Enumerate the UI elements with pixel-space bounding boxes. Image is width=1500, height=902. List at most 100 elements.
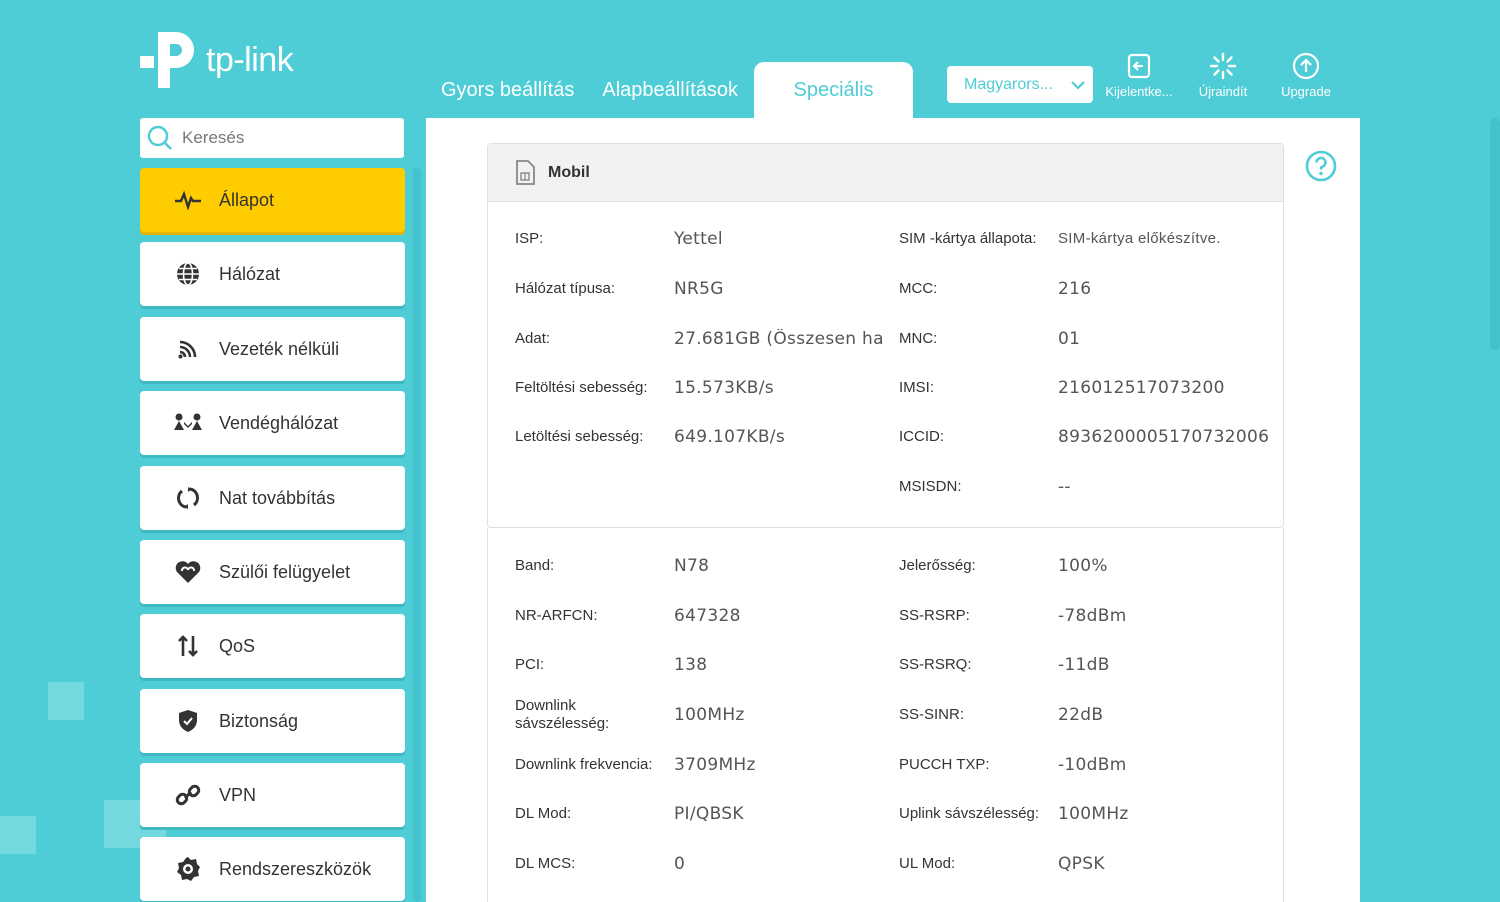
band-label: Band: — [515, 557, 555, 574]
ss-sinr-value: 22dB — [1058, 705, 1104, 725]
pci-label: PCI: — [515, 656, 545, 673]
mnc-label: MNC: — [899, 330, 938, 347]
nr-arfcn-label: NR-ARFCN: — [515, 607, 598, 624]
network-type-label: Hálózat típusa: — [515, 280, 616, 297]
dl-mcs-value: 0 — [674, 854, 686, 874]
tab-basic[interactable]: Alapbeállítások — [588, 62, 752, 118]
vpn-icon — [174, 781, 202, 809]
sidebar-item-label: VPN — [219, 784, 257, 805]
iccid-label: ICCID: — [899, 428, 944, 445]
language-select[interactable]: Magyarors... — [947, 66, 1093, 103]
dl-mod-label: DL Mod: — [515, 805, 572, 822]
gear-icon — [174, 855, 202, 883]
pulse-icon — [174, 186, 202, 214]
ss-sinr-label: SS-SINR: — [899, 706, 965, 723]
mcc-value: 216 — [1058, 279, 1092, 299]
downlink-bandwidth-value: 100MHz — [674, 705, 745, 725]
upgrade-icon — [1292, 52, 1320, 80]
uplink-bandwidth-value: 100MHz — [1058, 804, 1129, 824]
dl-mod-value: PI/QBSK — [674, 804, 744, 824]
mobile-card: Mobil — [487, 143, 1284, 528]
mcc-label: MCC: — [899, 280, 938, 297]
reboot-icon — [1209, 52, 1237, 80]
upload-speed-label: Feltöltési sebesség: — [515, 379, 648, 396]
reboot-label: Újraindít — [1198, 84, 1248, 99]
reboot-button[interactable]: Újraindít — [1178, 52, 1268, 99]
signal-strength-value: 100% — [1058, 556, 1108, 576]
card-title: Mobil — [548, 163, 590, 181]
ss-rsrq-value: -11dB — [1058, 655, 1110, 675]
pucch-txp-label: PUCCH TXP: — [899, 756, 990, 773]
uplink-bandwidth-label: Uplink sávszélesség: — [899, 805, 1040, 822]
sidebar-item-label: Hálózat — [219, 263, 281, 284]
ul-mod-label: UL Mod: — [899, 855, 956, 872]
msisdn-value: -- — [1058, 477, 1071, 497]
download-speed-label: Letöltési sebesség: — [515, 428, 644, 445]
sidebar-item-nat-forwarding[interactable]: Nat továbbítás — [140, 466, 405, 530]
pci-value: 138 — [674, 655, 708, 675]
sidebar-item-network[interactable]: Hálózat — [140, 242, 405, 306]
upgrade-label: Upgrade — [1281, 84, 1331, 99]
upgrade-button[interactable]: Upgrade — [1261, 52, 1351, 99]
sidebar-item-qos[interactable]: QoS — [140, 614, 405, 678]
shield-icon — [174, 707, 202, 735]
logout-label: Kijelentke... — [1105, 84, 1173, 99]
background-decoration — [0, 816, 36, 854]
tp-link-logo[interactable]: tp-link — [140, 28, 294, 92]
downlink-frequency-label: Downlink frekvencia: — [515, 756, 653, 773]
sidebar-item-label: Rendszereszközök — [219, 858, 372, 879]
logout-button[interactable]: Kijelentke... — [1094, 52, 1184, 99]
sidebar-item-label: Állapot — [219, 189, 275, 210]
heart-icon — [174, 558, 202, 586]
ss-rsrp-value: -78dBm — [1058, 606, 1127, 626]
data-label: Adat: — [515, 330, 551, 347]
sidebar-item-parental-control[interactable]: Szülői felügyelet — [140, 540, 405, 604]
tab-advanced[interactable]: Speciális — [754, 62, 914, 118]
sidebar-item-label: Vendéghálózat — [219, 412, 339, 433]
help-button[interactable] — [1305, 150, 1337, 187]
qos-icon — [174, 632, 202, 660]
sidebar-item-guest-network[interactable]: Vendéghálózat — [140, 391, 405, 455]
sidebar-item-security[interactable]: Biztonság — [140, 689, 405, 753]
sim-card-icon — [516, 159, 535, 185]
sidebar-item-system-tools[interactable]: Rendszereszközök — [140, 837, 405, 901]
sidebar-scrollbar[interactable] — [413, 168, 421, 902]
iccid-value: 8936200005170732006 — [1058, 427, 1270, 447]
chevron-down-icon — [1071, 80, 1085, 90]
logo-text: tp-link — [206, 40, 294, 79]
downlink-bandwidth-label: Downlink sávszélesség: — [515, 697, 610, 732]
search-input[interactable] — [180, 127, 384, 149]
sidebar-item-status[interactable]: Állapot — [140, 168, 405, 232]
sidebar-item-label: Biztonság — [219, 710, 299, 731]
upload-speed-value: 15.573KB/s — [674, 378, 774, 398]
downlink-frequency-value: 3709MHz — [674, 755, 756, 775]
page-scrollbar[interactable] — [1490, 118, 1500, 350]
network-type-value: NR5G — [674, 279, 724, 299]
logout-icon — [1127, 53, 1151, 79]
ul-mod-value: QPSK — [1058, 854, 1105, 874]
tp-link-logo-icon — [140, 32, 194, 88]
wifi-icon — [174, 335, 202, 363]
mnc-value: 01 — [1058, 329, 1081, 349]
guests-icon — [174, 409, 202, 437]
sim-status-label: SIM -kártya állapota: — [899, 230, 1037, 247]
isp-label: ISP: — [515, 230, 544, 247]
globe-icon — [174, 260, 202, 288]
pucch-txp-value: -10dBm — [1058, 755, 1127, 775]
sidebar-item-label: Nat továbbítás — [219, 487, 336, 508]
imsi-value: 216012517073200 — [1058, 378, 1225, 398]
tab-quick-setup[interactable]: Gyors beállítás — [426, 62, 588, 118]
imsi-label: IMSI: — [899, 379, 935, 396]
download-speed-value: 649.107KB/s — [674, 427, 785, 447]
language-value: Magyarors... — [964, 75, 1053, 93]
sidebar-item-vpn[interactable]: VPN — [140, 763, 405, 827]
msisdn-label: MSISDN: — [899, 478, 962, 495]
band-value: N78 — [674, 556, 710, 576]
data-value: 27.681GB (Összesen hasz — [674, 329, 884, 349]
search-icon — [147, 125, 172, 150]
sim-status-value: SIM-kártya előkészítve. — [1058, 230, 1221, 247]
ss-rsrp-label: SS-RSRP: — [899, 607, 970, 624]
nr-arfcn-value: 647328 — [674, 606, 741, 626]
card-header: Mobil — [488, 144, 1283, 202]
sidebar-item-wireless[interactable]: Vezeték nélküli — [140, 317, 405, 381]
